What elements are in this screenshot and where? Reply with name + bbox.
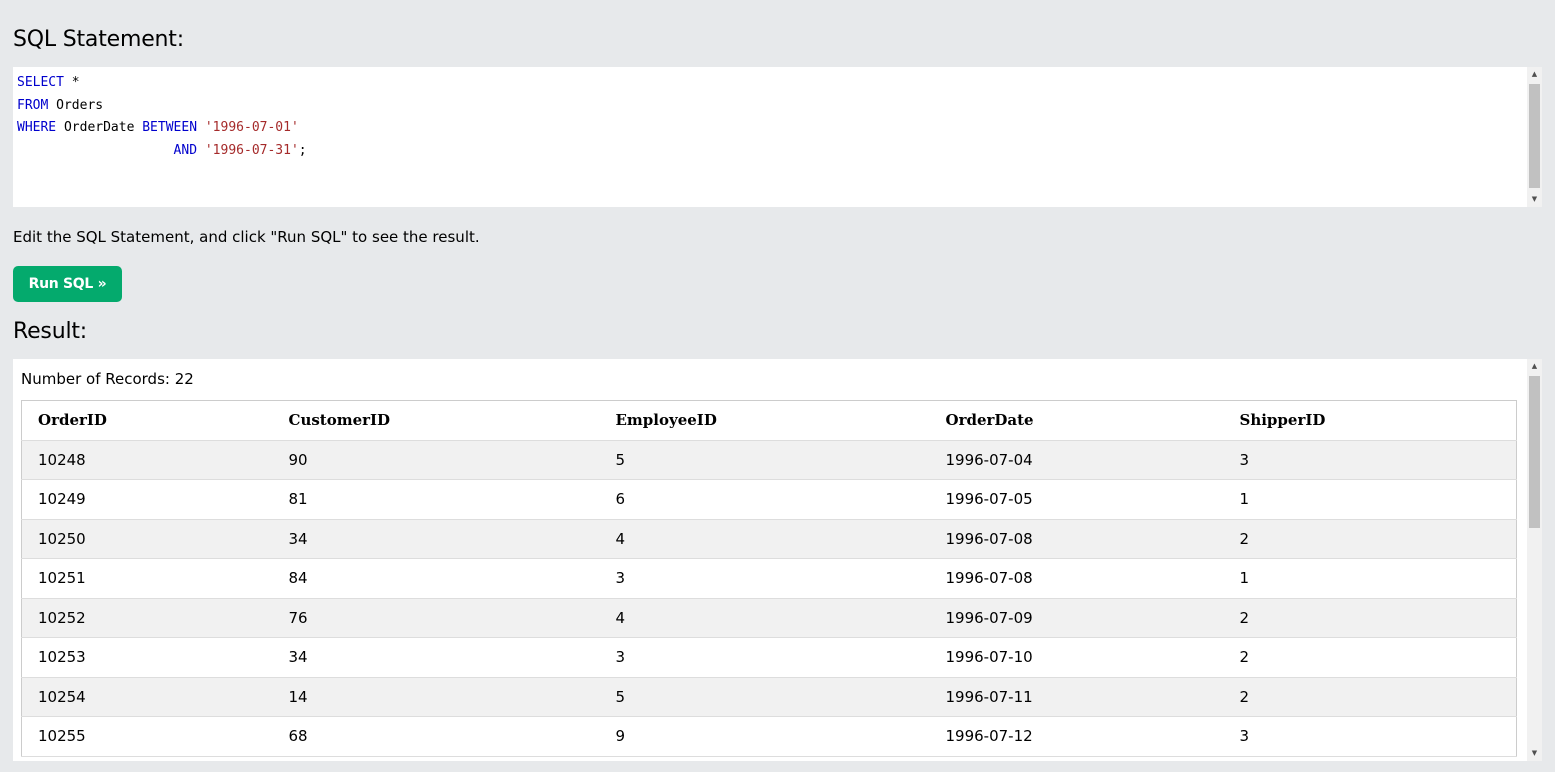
table-cell: 10254 [21,677,273,717]
table-row: 10248 90 5 1996-07-04 3 [21,440,1517,480]
instruction-text: Edit the SQL Statement, and click "Run S… [13,228,480,246]
table-cell: 1996-07-08 [929,519,1224,559]
table-cell: 2 [1223,519,1517,559]
table-row: 10249 81 6 1996-07-05 1 [21,479,1517,520]
table-cell: 1996-07-08 [929,558,1224,599]
code-line: WHERE OrderDate BETWEEN '1996-07-01' [17,117,307,140]
table-cell: 10255 [21,716,273,757]
scroll-down-arrow-icon[interactable]: ▼ [1527,746,1542,761]
table-cell: 3 [1223,440,1517,480]
table-cell: 2 [1223,598,1517,638]
table-row: 10255 68 9 1996-07-12 3 [21,716,1517,757]
page: SQL Statement: SELECT * FROM Orders WHERE … [0,0,1555,772]
table-cell: 1996-07-10 [929,637,1224,678]
scroll-up-arrow-icon[interactable]: ▲ [1527,359,1542,374]
sql-token: Orders [48,97,104,113]
table-cell: 1996-07-05 [929,479,1224,520]
code-line: AND '1996-07-31'; [17,140,307,163]
table-cell: 76 [272,598,600,638]
table-cell: 3 [1223,716,1517,757]
table-cell: 84 [272,558,600,599]
table-row: 10254 14 5 1996-07-11 2 [21,677,1517,717]
table-cell: 3 [599,637,930,678]
table-cell: 81 [272,479,600,520]
table-cell: 68 [272,716,600,757]
table-cell: 1996-07-12 [929,716,1224,757]
sql-string: '1996-07-31' [204,143,299,159]
table-cell: 2 [1223,637,1517,678]
table-cell: 2 [1223,677,1517,717]
table-cell: 10249 [21,479,273,520]
table-cell: 34 [272,519,600,559]
table-cell: 90 [272,440,600,480]
table-cell: 4 [599,519,930,559]
run-sql-button[interactable]: Run SQL » [13,266,122,302]
table-cell: 34 [272,637,600,678]
table-cell: 10248 [21,440,273,480]
table-cell: 4 [599,598,930,638]
table-cell: 1 [1223,479,1517,520]
scroll-up-arrow-icon[interactable]: ▲ [1527,67,1542,82]
sql-keyword: BETWEEN [142,120,198,136]
sql-token: OrderDate [56,120,143,136]
sql-code[interactable]: SELECT * FROM Orders WHERE OrderDate BETWE… [17,72,307,163]
table-row: 10250 34 4 1996-07-08 2 [21,519,1517,559]
sql-editor-scrollbar[interactable]: ▲ ▼ [1527,67,1542,207]
sql-string: '1996-07-01' [204,120,299,136]
sql-keyword: WHERE [17,120,57,136]
sql-token: * [63,75,80,90]
table-cell: 5 [599,677,930,717]
table-cell: 14 [272,677,600,717]
record-count: Number of Records: 22 [21,370,194,388]
sql-editor[interactable]: SELECT * FROM Orders WHERE OrderDate BETWE… [13,67,1542,207]
column-header: EmployeeID [599,400,930,441]
column-header: CustomerID [272,400,600,441]
scrollbar-thumb[interactable] [1529,376,1540,528]
code-line: SELECT * [17,72,307,95]
table-row: 10251 84 3 1996-07-08 1 [21,558,1517,599]
table-row: 10253 34 3 1996-07-10 2 [21,637,1517,678]
sql-keyword: SELECT [17,75,64,90]
scroll-down-arrow-icon[interactable]: ▼ [1527,192,1542,207]
sql-token: ; [298,143,307,159]
code-line: FROM Orders [17,95,307,118]
table-cell: 10251 [21,558,273,599]
column-header: OrderID [21,400,273,441]
result-panel: Number of Records: 22 OrderID CustomerID… [13,359,1542,761]
result-scrollbar[interactable]: ▲ ▼ [1527,359,1542,761]
table-cell: 1 [1223,558,1517,599]
table-row: 10252 76 4 1996-07-09 2 [21,598,1517,638]
sql-keyword: AND [173,143,198,159]
sql-keyword: FROM [17,97,49,113]
column-header: ShipperID [1223,400,1517,441]
result-heading: Result: [13,319,87,344]
sql-statement-heading: SQL Statement: [13,27,184,52]
scrollbar-thumb[interactable] [1529,84,1540,188]
table-header-row: OrderID CustomerID EmployeeID OrderDate … [21,400,1517,441]
table-cell: 6 [599,479,930,520]
table-cell: 1996-07-09 [929,598,1224,638]
table-cell: 3 [599,558,930,599]
table-cell: 5 [599,440,930,480]
result-table: OrderID CustomerID EmployeeID OrderDate … [21,400,1517,757]
table-cell: 10253 [21,637,273,678]
table-cell: 10250 [21,519,273,559]
table-cell: 1996-07-04 [929,440,1224,480]
table-cell: 1996-07-11 [929,677,1224,717]
column-header: OrderDate [929,400,1224,441]
table-cell: 10252 [21,598,273,638]
table-cell: 9 [599,716,930,757]
